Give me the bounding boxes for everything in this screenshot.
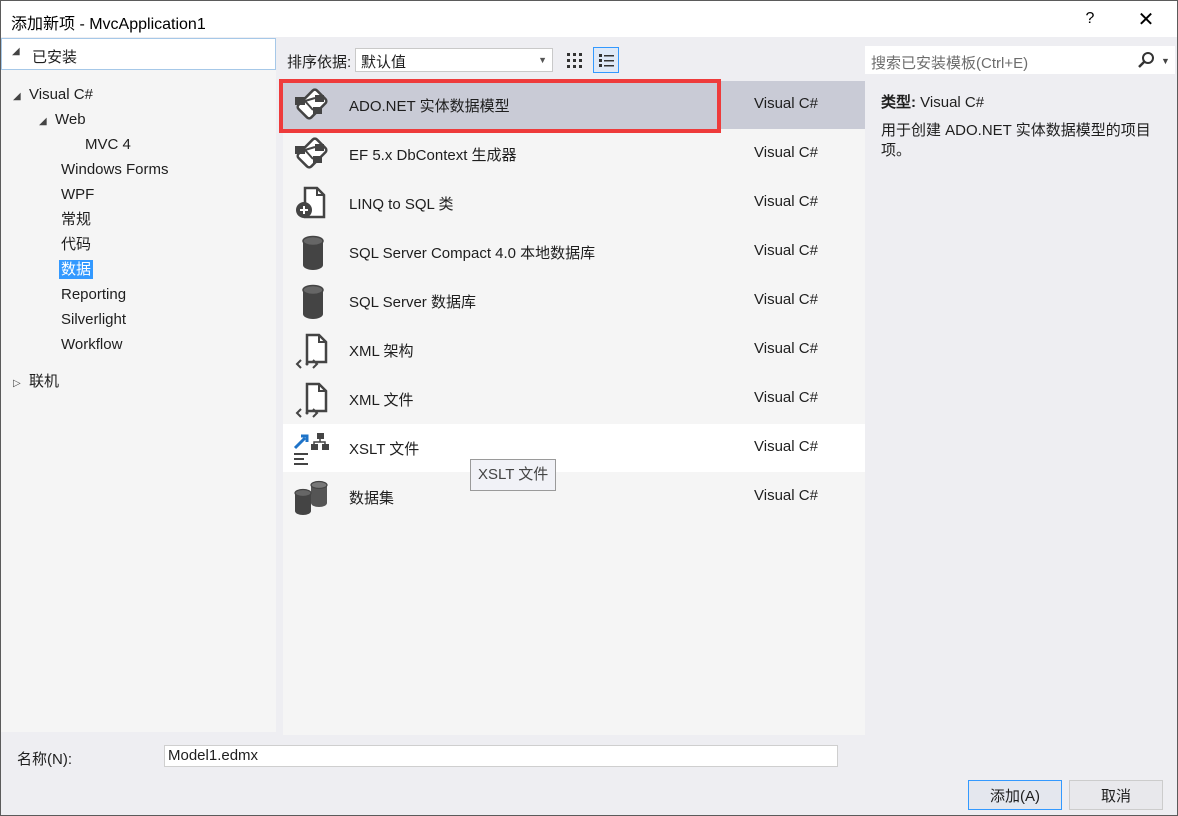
tree-item-installed[interactable]: ◢ 已安装 xyxy=(1,38,276,70)
tree-item-label: 代码 xyxy=(61,236,92,253)
expand-arrow-icon[interactable]: ◢ xyxy=(13,86,29,108)
template-name: XML 架构 xyxy=(349,343,414,360)
tree-item-data[interactable]: 数据 xyxy=(59,259,94,281)
expand-arrow-icon[interactable]: ◢ xyxy=(39,111,55,133)
tree-item-label: Visual C# xyxy=(29,86,93,103)
name-field[interactable]: Model1.edmx xyxy=(164,745,838,767)
tree-item-label: 数据 xyxy=(59,260,94,279)
template-toolbar: 排序依据: 默认值 ▼ xyxy=(283,45,865,75)
entity-model-icon xyxy=(295,88,328,120)
template-row-linq-to-sql[interactable]: LINQ to SQL 类 Visual C# xyxy=(283,179,865,227)
template-name: SQL Server 数据库 xyxy=(349,294,476,311)
dbcontext-generator-icon xyxy=(295,137,328,169)
tree-item-reporting[interactable]: Reporting xyxy=(61,284,126,306)
sort-label: 排序依据: xyxy=(287,54,352,71)
tree-item-mvc4[interactable]: MVC 4 xyxy=(85,134,131,156)
template-row-dataset[interactable]: 数据集 Visual C# xyxy=(283,473,865,521)
tree-item-label: Web xyxy=(55,111,86,128)
template-language: Visual C# xyxy=(754,193,818,210)
tree-item-general[interactable]: 常规 xyxy=(61,209,91,231)
template-language: Visual C# xyxy=(754,438,818,455)
template-name: SQL Server Compact 4.0 本地数据库 xyxy=(349,245,596,262)
template-language: Visual C# xyxy=(754,291,818,308)
sort-value: 默认值 xyxy=(361,54,407,71)
tree-item-label: Reporting xyxy=(61,286,127,303)
title-bar: 添加新项 - MvcApplication1 ? ✕ xyxy=(1,1,1177,37)
template-description: 用于创建 ADO.NET 实体数据模型的项目项。 xyxy=(881,122,1151,159)
close-button[interactable]: ✕ xyxy=(1123,1,1169,37)
add-new-item-dialog: 添加新项 - MvcApplication1 ? ✕ ◢ 已安装 ◢ Visual… xyxy=(0,0,1178,816)
name-label: 名称(N): xyxy=(17,751,72,768)
tree-item-wpf[interactable]: WPF xyxy=(61,184,94,206)
sort-dropdown[interactable]: 默认值 ▼ xyxy=(355,48,553,72)
tree-item-windows-forms[interactable]: Windows Forms xyxy=(61,159,169,181)
tree-item-silverlight[interactable]: Silverlight xyxy=(61,309,126,331)
template-row-xml-schema[interactable]: XML 架构 Visual C# xyxy=(283,326,865,374)
template-list: ADO.NET 实体数据模型 Visual C# EF 5.x DbContex… xyxy=(283,81,865,735)
template-type: 类型: Visual C# xyxy=(881,91,984,112)
template-name: XML 文件 xyxy=(349,392,414,409)
tooltip: XSLT 文件 xyxy=(470,459,557,491)
tree-item-label: 常规 xyxy=(61,211,92,228)
chevron-down-icon: ▼ xyxy=(538,55,547,65)
tree-item-label: WPF xyxy=(61,186,95,203)
template-language: Visual C# xyxy=(754,487,818,504)
add-button[interactable]: 添加(A) xyxy=(968,780,1062,810)
tree-item-visual-csharp[interactable]: ◢ Visual C# xyxy=(13,84,97,106)
xml-file-icon xyxy=(295,382,328,418)
xslt-file-icon xyxy=(293,433,329,465)
type-label: 类型: xyxy=(881,94,916,111)
template-language: Visual C# xyxy=(754,242,818,259)
xml-schema-icon xyxy=(295,333,328,369)
search-placeholder: 搜索已安装模板(Ctrl+E) xyxy=(871,55,1029,72)
template-row-ado-net[interactable]: ADO.NET 实体数据模型 Visual C# xyxy=(283,81,865,129)
grid-view-icon xyxy=(567,53,582,68)
tree-item-online[interactable]: ▷ 联机 xyxy=(13,371,59,393)
type-value: Visual C# xyxy=(920,94,985,111)
database-icon xyxy=(302,235,324,270)
tree-item-web[interactable]: ◢ Web xyxy=(39,109,86,131)
template-row-xslt-file[interactable]: XSLT 文件 Visual C# xyxy=(283,424,865,472)
collapse-arrow-icon[interactable]: ▷ xyxy=(13,373,29,395)
tree-item-code[interactable]: 代码 xyxy=(61,234,91,256)
tree-item-label: Workflow xyxy=(61,336,123,353)
window-title: 添加新项 - MvcApplication1 xyxy=(11,16,206,33)
tree-item-label: MVC 4 xyxy=(85,136,131,153)
template-row-sql-compact[interactable]: SQL Server Compact 4.0 本地数据库 Visual C# xyxy=(283,228,865,276)
template-row-ef-dbcontext[interactable]: EF 5.x DbContext 生成器 Visual C# xyxy=(283,130,865,178)
template-language: Visual C# xyxy=(754,389,818,406)
template-row-sql-server[interactable]: SQL Server 数据库 Visual C# xyxy=(283,277,865,325)
expand-arrow-icon[interactable]: ◢ xyxy=(12,46,20,57)
cancel-button[interactable]: 取消 xyxy=(1069,780,1163,810)
template-name: 数据集 xyxy=(349,490,395,507)
template-language: Visual C# xyxy=(754,340,818,357)
template-name: LINQ to SQL 类 xyxy=(349,196,454,213)
tree-item-label: Silverlight xyxy=(61,311,127,328)
search-icon[interactable] xyxy=(1137,51,1155,69)
template-language: Visual C# xyxy=(754,144,818,161)
template-name: EF 5.x DbContext 生成器 xyxy=(349,147,517,164)
list-view-button[interactable] xyxy=(593,47,619,73)
template-category-tree: ◢ 已安装 ◢ Visual C# ◢ Web MVC 4 Windows Form… xyxy=(1,38,276,732)
template-language: Visual C# xyxy=(754,95,818,112)
template-search[interactable]: 搜索已安装模板(Ctrl+E) ▼ xyxy=(865,46,1175,74)
grid-view-button[interactable] xyxy=(561,47,587,73)
dataset-icon xyxy=(294,480,328,515)
template-name: XSLT 文件 xyxy=(349,441,420,458)
tree-item-workflow[interactable]: Workflow xyxy=(61,334,122,356)
linq-to-sql-icon xyxy=(296,186,326,219)
tree-item-label: 联机 xyxy=(29,373,60,390)
chevron-down-icon[interactable]: ▼ xyxy=(1161,56,1170,66)
template-name: ADO.NET 实体数据模型 xyxy=(349,98,510,115)
tree-item-label: Windows Forms xyxy=(61,161,169,178)
list-view-icon xyxy=(599,54,614,67)
database-icon xyxy=(302,284,324,319)
help-button[interactable]: ? xyxy=(1067,1,1113,37)
template-row-xml-file[interactable]: XML 文件 Visual C# xyxy=(283,375,865,423)
